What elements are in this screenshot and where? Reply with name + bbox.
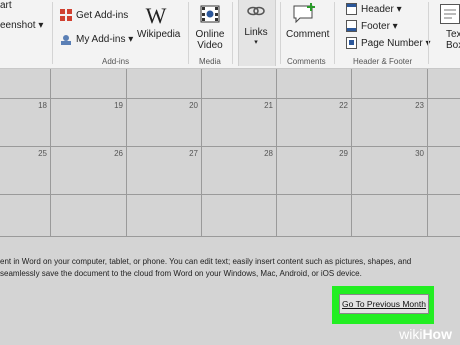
calendar-cell (0, 195, 50, 237)
date-number: 23 (415, 101, 424, 110)
date-number: 21 (264, 101, 273, 110)
calendar-cell (50, 195, 126, 237)
text-box-label-2: Box (446, 40, 460, 51)
calendar-cell: 25 (0, 147, 50, 195)
text-box-icon (440, 4, 460, 24)
watermark-suffix: How (422, 326, 452, 342)
ribbon-separator (428, 2, 429, 64)
calendar-cell: 26 (50, 147, 126, 195)
calendar-cell: 19 (50, 99, 126, 147)
calendar-cell (351, 69, 427, 99)
wikihow-watermark: wikiHow (399, 326, 452, 342)
online-video-button[interactable]: Online (192, 29, 228, 40)
date-number: 20 (189, 101, 198, 110)
header-button[interactable]: Header ▾ (361, 4, 402, 15)
links-button[interactable]: Links (238, 27, 274, 38)
video-icon (200, 5, 220, 23)
ribbon: art eenshot ▾ Get Add-ins My Add-ins ▾ W… (0, 0, 460, 69)
calendar-cell: 30 (351, 147, 427, 195)
group-label-header-footer: Header & Footer (353, 57, 413, 66)
ribbon-separator (52, 2, 53, 64)
calendar-cell: 29 (276, 147, 351, 195)
calendar-cell: 22 (276, 99, 351, 147)
calendar-cell (0, 69, 50, 99)
header-icon (346, 3, 357, 15)
date-number: 18 (38, 101, 47, 110)
comment-icon (293, 3, 315, 24)
calendar-cell: 20 (126, 99, 201, 147)
footer-icon (346, 20, 357, 32)
screenshot-partial-label: art (0, 0, 12, 11)
calendar-cell: 28 (201, 147, 276, 195)
my-addins-icon (61, 35, 71, 45)
page-number-button[interactable]: Page Number ▾ (361, 38, 431, 49)
store-icon (60, 9, 72, 21)
my-addins-button[interactable]: My Add-ins ▾ (76, 34, 133, 45)
get-addins-button[interactable]: Get Add-ins (76, 10, 128, 21)
calendar-cell: 18 (0, 99, 50, 147)
calendar-cell: 23 (351, 99, 427, 147)
ribbon-separator (188, 2, 189, 64)
group-label-media: Media (199, 57, 221, 66)
calendar-cell (427, 69, 460, 99)
date-number: 26 (114, 149, 123, 158)
calendar-cell (427, 147, 460, 195)
date-number: 27 (189, 149, 198, 158)
date-number: 30 (415, 149, 424, 158)
text-box-button[interactable]: Tex (446, 29, 460, 40)
footer-button[interactable]: Footer ▾ (361, 21, 398, 32)
online-video-label-2: Video (197, 40, 223, 51)
date-number: 22 (339, 101, 348, 110)
calendar-cell: 27 (126, 147, 201, 195)
calendar-cell (427, 99, 460, 147)
calendar-cell (201, 69, 276, 99)
calendar-cell (201, 195, 276, 237)
calendar-cell (276, 195, 351, 237)
date-number: 28 (264, 149, 273, 158)
ribbon-separator (334, 2, 335, 64)
link-chain-icon (247, 6, 265, 16)
ribbon-separator (232, 2, 233, 64)
comment-button[interactable]: Comment (286, 29, 329, 40)
wikipedia-button[interactable]: Wikipedia (137, 29, 180, 40)
date-number: 29 (339, 149, 348, 158)
calendar-cell (276, 69, 351, 99)
group-label-addins: Add-ins (102, 57, 130, 66)
calendar-cell (50, 69, 126, 99)
calendar-cell (126, 69, 201, 99)
screenshot-button[interactable]: eenshot ▾ (0, 20, 43, 31)
body-paragraph: ent in Word on your computer, tablet, or… (0, 256, 460, 280)
links-caret: ▾ (254, 39, 258, 46)
date-number: 19 (114, 101, 123, 110)
ribbon-separator (280, 2, 281, 64)
wikipedia-icon[interactable]: W (142, 3, 170, 29)
body-line-2: seamlessly save the document to the clou… (0, 269, 362, 278)
body-line-1: ent in Word on your computer, tablet, or… (0, 257, 412, 266)
go-to-previous-month-button[interactable]: Go To Previous Month (339, 294, 429, 314)
page-number-icon (346, 37, 357, 49)
calendar-cell (427, 195, 460, 237)
date-number: 25 (38, 149, 47, 158)
watermark-prefix: wiki (399, 326, 423, 342)
group-label-comments: Comments (287, 57, 326, 66)
calendar-cell (126, 195, 201, 237)
calendar-cell (351, 195, 427, 237)
calendar-cell: 21 (201, 99, 276, 147)
